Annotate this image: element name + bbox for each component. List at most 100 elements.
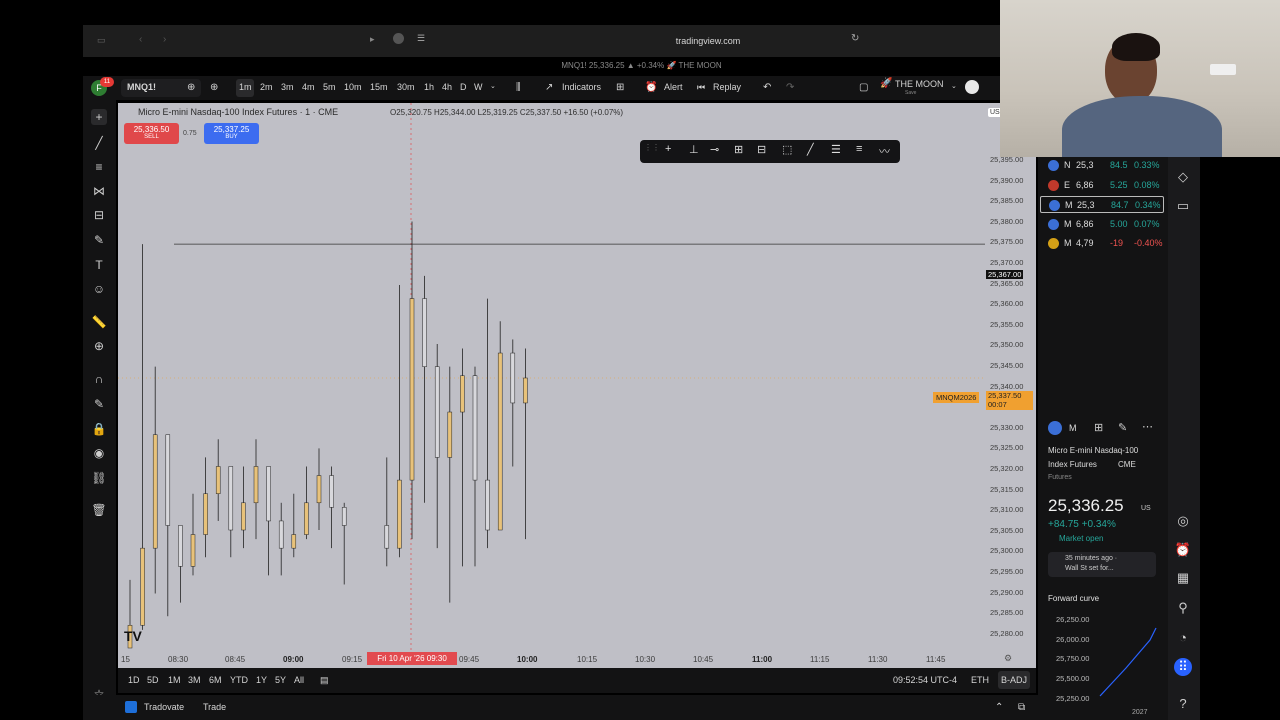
share-icon[interactable] xyxy=(965,80,979,94)
calendar-icon[interactable]: ▦ xyxy=(1174,569,1192,587)
signal-icon[interactable]: ⚲ xyxy=(1174,599,1192,617)
interval-4m[interactable]: 4m xyxy=(302,82,315,92)
interval-15m[interactable]: 15m xyxy=(370,82,388,92)
replay-icon[interactable]: ⏮ xyxy=(697,82,705,93)
range-5y[interactable]: 5Y xyxy=(275,675,286,685)
brush-icon[interactable]: ✎ xyxy=(91,232,107,248)
magnet-icon[interactable]: ∩ xyxy=(91,371,107,387)
range-6m[interactable]: 6M xyxy=(209,675,222,685)
news-card[interactable]: 35 minutes ago · Wall St set for... xyxy=(1048,552,1156,577)
lock-drawing-icon[interactable]: ✎ xyxy=(91,396,107,412)
page-settings-icon[interactable]: ☰ xyxy=(417,33,425,44)
lock-icon[interactable]: 🔒 xyxy=(91,421,107,437)
chat-icon[interactable]: ▭ xyxy=(1174,197,1192,215)
watchlist-row[interactable]: M 25,3 84.7 0.34% xyxy=(1040,196,1164,213)
forward-curve-title: Forward curve xyxy=(1048,594,1100,603)
notifications-icon[interactable]: ◔ xyxy=(1174,629,1192,647)
replay-button[interactable]: Replay xyxy=(713,82,741,92)
watchlist-row[interactable]: M 6,86 5.00 0.07% xyxy=(1040,216,1164,233)
compare-icon[interactable]: ⊕ xyxy=(187,82,195,93)
help-icon[interactable]: ? xyxy=(1174,695,1192,713)
goto-date-icon[interactable]: ▤ xyxy=(320,675,329,686)
back-icon[interactable]: ‹ xyxy=(139,34,142,45)
watchlist-row[interactable]: E 6,86 5.25 0.08% xyxy=(1040,177,1164,194)
interval-w[interactable]: W xyxy=(474,82,483,92)
candle-body xyxy=(215,466,221,494)
layout-grid-icon[interactable]: ⊞ xyxy=(1094,421,1103,434)
interval-2m[interactable]: 2m xyxy=(260,82,273,92)
indicators-icon[interactable]: ↗ xyxy=(545,82,553,93)
redo-icon[interactable]: ↷ xyxy=(786,82,794,93)
interval-1h[interactable]: 1h xyxy=(424,82,434,92)
layout-dropdown-icon[interactable]: ⌄ xyxy=(951,82,957,90)
chart-type-icon[interactable]: ⫼ xyxy=(516,82,521,93)
interval-3m[interactable]: 3m xyxy=(281,82,294,92)
templates-icon[interactable]: ⊞ xyxy=(616,82,624,93)
range-3m[interactable]: 3M xyxy=(188,675,201,685)
text-icon[interactable]: T xyxy=(91,257,107,273)
price-axis[interactable]: 25,395.00 25,390.00 25,385.00 25,380.00 25,3… xyxy=(985,103,1035,668)
interval-dropdown-icon[interactable]: ⌄ xyxy=(490,82,496,90)
pattern-icon[interactable]: ⋈ xyxy=(91,183,107,199)
crosshair-icon[interactable]: + xyxy=(91,109,107,125)
maximize-icon[interactable]: ⧉ xyxy=(1018,702,1025,713)
range-all[interactable]: All xyxy=(294,675,304,685)
range-1d[interactable]: 1D xyxy=(128,675,140,685)
fullscreen-icon[interactable]: ▢ xyxy=(859,82,868,93)
range-ytd[interactable]: YTD xyxy=(230,675,248,685)
fib-icon[interactable]: ≡ xyxy=(91,159,107,175)
shield-icon[interactable] xyxy=(393,33,404,44)
emoji-icon[interactable]: ☺ xyxy=(91,281,107,297)
add-symbol-icon[interactable]: ⊕ xyxy=(210,82,218,93)
url-field[interactable]: tradingview.com xyxy=(463,31,953,51)
details-symbol[interactable]: M xyxy=(1069,423,1077,433)
price-tick: 25,290.00 xyxy=(990,587,1024,597)
trendline-icon[interactable]: ╱ xyxy=(91,135,107,151)
candle-body xyxy=(140,547,145,626)
range-1m[interactable]: 1M xyxy=(168,675,181,685)
broker-name[interactable]: Tradovate xyxy=(144,702,184,712)
undo-icon[interactable]: ↶ xyxy=(763,82,771,93)
layers-icon[interactable]: ◇ xyxy=(1174,168,1192,186)
collapse-icon[interactable]: ⌃ xyxy=(995,702,1003,713)
interval-10m[interactable]: 10m xyxy=(344,82,362,92)
range-1y[interactable]: 1Y xyxy=(256,675,267,685)
interval-d[interactable]: D xyxy=(460,82,467,92)
trash-icon[interactable]: 🗑 xyxy=(91,502,107,518)
layout-name[interactable]: THE MOON xyxy=(895,79,944,89)
symbol-name[interactable]: MNQ1! xyxy=(127,82,156,92)
alert-button[interactable]: Alert xyxy=(664,82,683,92)
alert-icon[interactable]: ⏰ xyxy=(645,82,657,93)
interval-4h[interactable]: 4h xyxy=(442,82,452,92)
indicators-button[interactable]: Indicators xyxy=(562,82,601,92)
time-axis-settings-icon[interactable]: ⚙ xyxy=(1004,653,1012,664)
eye-icon[interactable]: ◉ xyxy=(91,445,107,461)
clock[interactable]: 09:52:54 UTC-4 xyxy=(893,675,957,685)
zoom-icon[interactable]: ⊕ xyxy=(91,338,107,354)
range-5d[interactable]: 5D xyxy=(147,675,159,685)
interval-5m[interactable]: 5m xyxy=(323,82,336,92)
edit-icon[interactable]: ✎ xyxy=(1118,421,1127,434)
watchlist-row[interactable]: N 25,3 84.5 0.33% xyxy=(1040,157,1164,174)
more-icon[interactable]: ⋯ xyxy=(1142,420,1153,433)
link-icon[interactable]: ⛓ xyxy=(91,470,107,486)
apps-icon[interactable]: ⠿ xyxy=(1174,658,1192,676)
trade-tab[interactable]: Trade xyxy=(203,702,226,712)
layout-save[interactable]: Save xyxy=(905,90,916,96)
interval-30m[interactable]: 30m xyxy=(397,82,415,92)
ruler-icon[interactable]: 📏 xyxy=(91,314,107,330)
time-axis[interactable]: 15 08:30 08:45 09:00 09:15 09:45 10:00 10:15 10:… xyxy=(118,650,1036,668)
adjustment-toggle[interactable]: B-ADJ xyxy=(998,671,1031,689)
forecast-icon[interactable]: ⊟ xyxy=(91,207,107,223)
price-chart[interactable]: TV xyxy=(118,103,985,653)
forward-icon[interactable]: › xyxy=(163,34,166,45)
reader-icon[interactable]: ▸ xyxy=(370,34,375,45)
reload-icon[interactable]: ↻ xyxy=(851,33,859,44)
session-toggle[interactable]: ETH xyxy=(971,675,989,685)
watchlist-last: 25,3 xyxy=(1076,160,1094,170)
sidebar-toggle-icon[interactable]: ▭ xyxy=(97,35,106,46)
alerts-icon[interactable]: ⏰ xyxy=(1174,541,1192,559)
watchlist-row[interactable]: M 4,79 -19 -0.40% xyxy=(1040,235,1164,252)
target-icon[interactable]: ◎ xyxy=(1174,512,1192,530)
interval-1m[interactable]: 1m xyxy=(239,82,252,92)
